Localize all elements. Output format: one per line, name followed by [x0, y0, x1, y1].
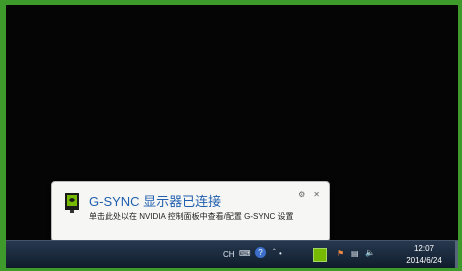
clock-time: 12:07 [413, 244, 435, 253]
clock[interactable]: 12:07 2014/6/24 [396, 243, 452, 267]
gsync-notification-balloon[interactable]: G-SYNC 显示器已连接 ⚙ ✕ 单击此处以在 NVIDIA 控制面板中查看/… [51, 181, 330, 242]
show-desktop-button[interactable] [455, 241, 458, 268]
system-tray: CH ⌨ ? ˆ • ⚑ ▤ 🔈 [221, 241, 381, 268]
help-icon[interactable]: ? [255, 247, 266, 258]
notification-body: 单击此处以在 NVIDIA 控制面板中查看/配置 G-SYNC 设置 [89, 212, 294, 221]
chevron-icon[interactable]: ˆ [273, 248, 276, 257]
close-icon[interactable]: ✕ [313, 190, 320, 199]
network-icon[interactable]: ▤ [351, 249, 359, 258]
settings-icon[interactable]: ⚙ [298, 190, 305, 199]
notification-title: G-SYNC 显示器已连接 [89, 194, 222, 209]
taskbar: CH ⌨ ? ˆ • ⚑ ▤ 🔈 12:07 2014/6/24 [6, 240, 458, 268]
dot-icon: • [279, 249, 282, 258]
language-label[interactable]: CH [223, 250, 235, 259]
volume-icon[interactable]: 🔈 [365, 248, 375, 257]
nvidia-logo-icon [65, 193, 79, 213]
clock-date: 2014/6/24 [406, 256, 442, 265]
nvidia-icon[interactable] [313, 248, 327, 262]
keyboard-icon[interactable]: ⌨ [239, 249, 251, 258]
flag-icon[interactable]: ⚑ [337, 249, 344, 258]
